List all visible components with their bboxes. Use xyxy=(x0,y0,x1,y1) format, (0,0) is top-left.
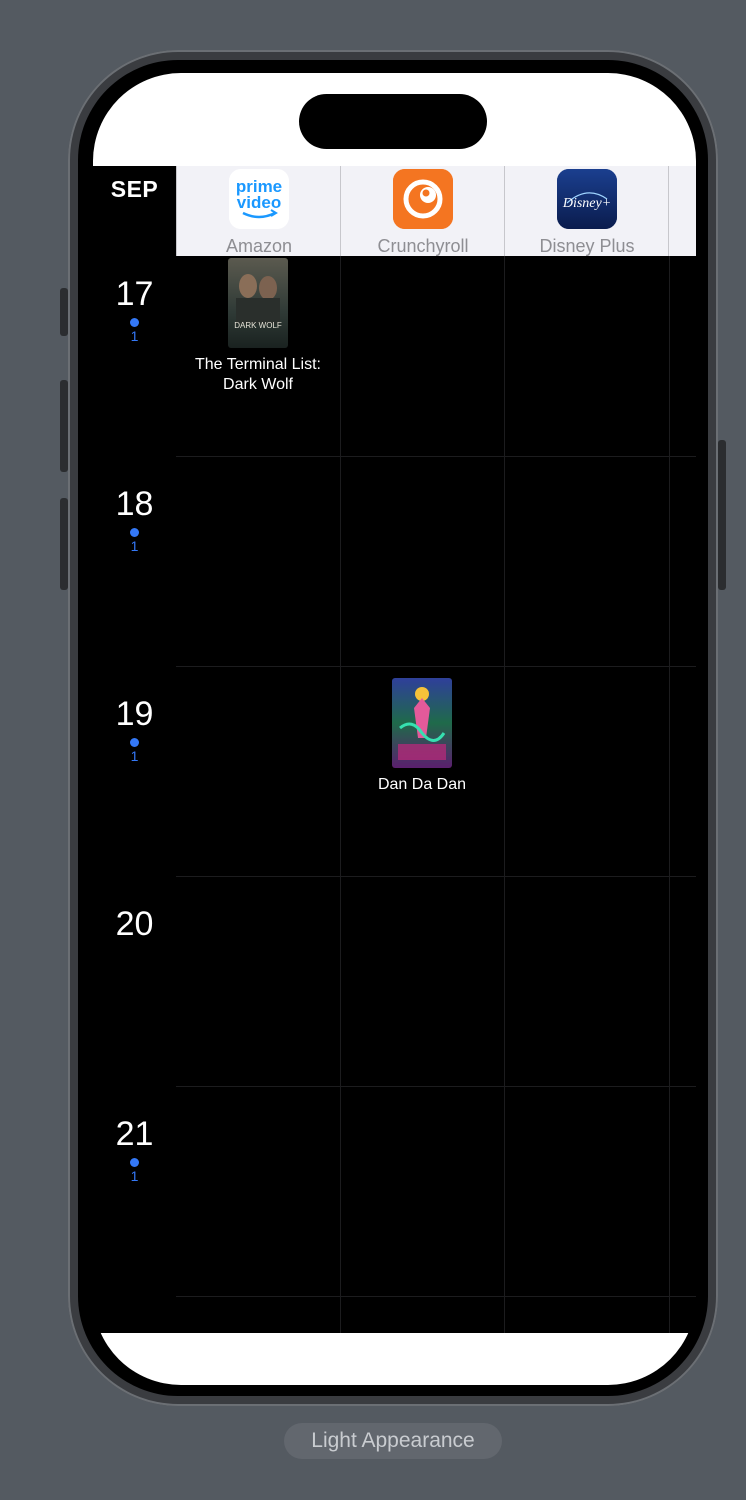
grid-divider xyxy=(340,256,341,1336)
simulator-canvas: SEP prime video Amazon Crunchyroll Disne… xyxy=(0,0,746,1500)
event-dot-icon xyxy=(130,738,139,747)
grid-divider xyxy=(669,256,670,1336)
service-column-amazon[interactable]: prime video Amazon xyxy=(176,166,340,256)
event-count: 1 xyxy=(130,1168,139,1184)
service-name-amazon: Amazon xyxy=(225,236,293,256)
video-logo-text: video xyxy=(237,193,281,212)
month-label: SEP xyxy=(110,176,159,202)
volume-down-button[interactable] xyxy=(60,498,68,590)
row-divider xyxy=(176,456,696,457)
home-indicator-area xyxy=(93,1333,696,1385)
volume-up-button[interactable] xyxy=(60,380,68,472)
row-divider xyxy=(176,1296,696,1297)
show-title-line: Dark Wolf xyxy=(223,376,293,393)
row-divider xyxy=(176,666,696,667)
show-title: The Terminal List: Dark Wolf xyxy=(176,355,340,395)
dynamic-island xyxy=(299,94,487,149)
disney-logo-text: Disney+ xyxy=(562,196,611,211)
prime-video-icon: prime video xyxy=(229,169,289,229)
show-title-line: The Terminal List: xyxy=(195,356,321,373)
row-divider xyxy=(176,1086,696,1087)
calendar-header: SEP prime video Amazon Crunchyroll Disne… xyxy=(93,166,696,256)
poster-image: DARK WOLF xyxy=(228,258,288,348)
appearance-toggle-button[interactable]: Light Appearance xyxy=(284,1423,502,1459)
event-count: 1 xyxy=(130,328,139,344)
service-name-disney-plus: Disney Plus xyxy=(539,236,635,256)
event-dot-icon xyxy=(130,318,139,327)
show-card-terminal-list[interactable]: DARK WOLF The Terminal List: Dark Wolf xyxy=(176,258,340,395)
date-cell-20[interactable]: 20 xyxy=(93,905,176,944)
power-button[interactable] xyxy=(718,440,726,590)
date-number: 20 xyxy=(115,905,154,943)
disney-plus-icon: Disney+ xyxy=(557,169,617,229)
crunchyroll-icon xyxy=(393,169,453,229)
month-cell: SEP xyxy=(93,166,176,256)
show-title: Dan Da Dan xyxy=(377,776,467,793)
action-button[interactable] xyxy=(60,288,68,336)
date-number: 17 xyxy=(115,275,154,313)
row-divider xyxy=(176,876,696,877)
event-dot-icon xyxy=(130,1158,139,1167)
event-count: 1 xyxy=(130,748,139,764)
service-column-partial[interactable] xyxy=(668,166,696,256)
show-card-dan-da-dan[interactable]: Dan Da Dan xyxy=(340,678,504,795)
date-cell-19[interactable]: 19 1 xyxy=(93,695,176,764)
service-name-crunchyroll: Crunchyroll xyxy=(377,236,469,256)
status-bar-area xyxy=(93,73,696,166)
service-column-crunchyroll[interactable]: Crunchyroll xyxy=(340,166,504,256)
phone-screen: SEP prime video Amazon Crunchyroll Disne… xyxy=(93,73,696,1385)
date-cell-18[interactable]: 18 1 xyxy=(93,485,176,554)
event-count: 1 xyxy=(130,538,139,554)
event-dot-icon xyxy=(130,528,139,537)
date-number: 19 xyxy=(115,695,154,733)
date-number: 18 xyxy=(115,485,154,523)
date-cell-17[interactable]: 17 1 xyxy=(93,275,176,344)
service-column-disney-plus[interactable]: Disney+ Disney Plus xyxy=(504,166,668,256)
date-cell-21[interactable]: 21 1 xyxy=(93,1115,176,1184)
date-number: 21 xyxy=(115,1115,154,1153)
grid-divider xyxy=(504,256,505,1336)
poster-title-text: DARK WOLF xyxy=(234,321,282,330)
poster-image xyxy=(392,678,452,768)
